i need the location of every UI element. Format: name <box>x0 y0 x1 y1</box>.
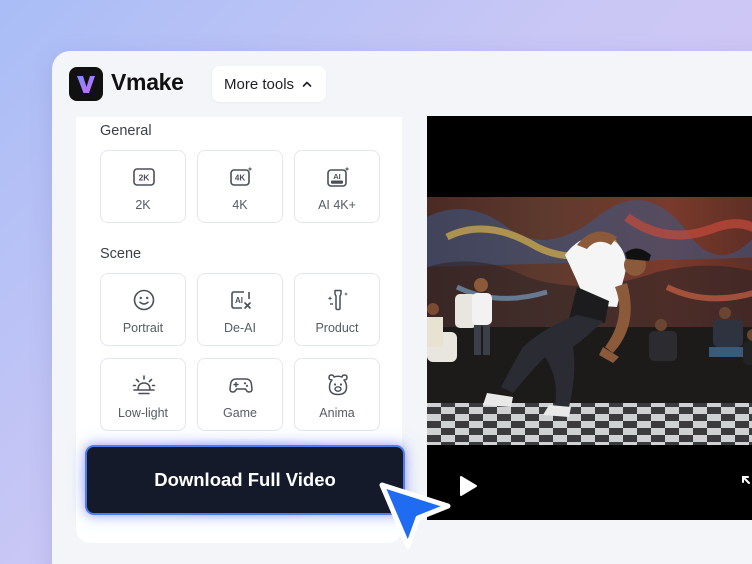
option-label: Product <box>315 321 359 335</box>
ai-ultra-icon: AI <box>327 166 350 187</box>
option-label: 4K <box>232 198 248 212</box>
video-frame <box>427 197 752 445</box>
bear-face-icon <box>328 374 348 396</box>
vmake-logo-icon <box>77 76 95 93</box>
option-4k[interactable]: 4K 4K <box>197 150 283 223</box>
option-de-ai[interactable]: AI De-AI <box>197 273 283 346</box>
mouse-cursor-icon <box>379 482 451 549</box>
section-title-general: General <box>100 123 152 139</box>
svg-text:AI: AI <box>333 172 341 181</box>
svg-text:4K: 4K <box>235 174 245 183</box>
gamepad-icon <box>229 378 253 393</box>
vmake-logo[interactable] <box>69 67 103 101</box>
option-ai-4k-plus[interactable]: AI AI 4K+ <box>294 150 380 223</box>
de-ai-icon: AI <box>231 291 251 309</box>
expand-icon[interactable] <box>740 474 752 494</box>
option-label: De-AI <box>224 321 256 335</box>
option-label: Game <box>222 406 258 420</box>
option-label: Low-light <box>117 406 169 420</box>
chevron-up-icon <box>302 81 312 87</box>
option-anima[interactable]: Anima <box>294 358 380 431</box>
app-window: Vmake More tools General 2K 2K 4K 4K AI … <box>52 51 752 564</box>
smiley-face-icon <box>133 289 155 311</box>
option-label: 2K <box>135 198 151 212</box>
option-portrait[interactable]: Portrait <box>100 273 186 346</box>
bottle-sparkle-icon <box>327 289 348 311</box>
play-icon[interactable] <box>457 474 479 498</box>
option-label: AI 4K+ <box>318 198 356 212</box>
download-full-video-button[interactable]: Download Full Video <box>85 445 405 515</box>
section-title-scene: Scene <box>100 246 142 262</box>
more-tools-label: More tools <box>224 75 295 93</box>
svg-text:AI: AI <box>235 296 243 305</box>
video-player[interactable] <box>427 116 752 520</box>
option-low-light[interactable]: Low-light <box>100 358 186 431</box>
option-game[interactable]: Game <box>197 358 283 431</box>
more-tools-button[interactable]: More tools <box>212 66 326 102</box>
option-2k[interactable]: 2K 2K <box>100 150 186 223</box>
svg-text:2K: 2K <box>139 173 151 183</box>
sunrise-icon <box>132 375 156 395</box>
4k-icon: 4K <box>230 166 253 186</box>
2k-icon: 2K <box>133 168 155 186</box>
brand-name: Vmake <box>111 69 184 95</box>
option-label: Anima <box>319 406 355 420</box>
option-product[interactable]: Product <box>294 273 380 346</box>
option-label: Portrait <box>122 321 164 335</box>
top-bar: Vmake More tools <box>52 51 752 117</box>
